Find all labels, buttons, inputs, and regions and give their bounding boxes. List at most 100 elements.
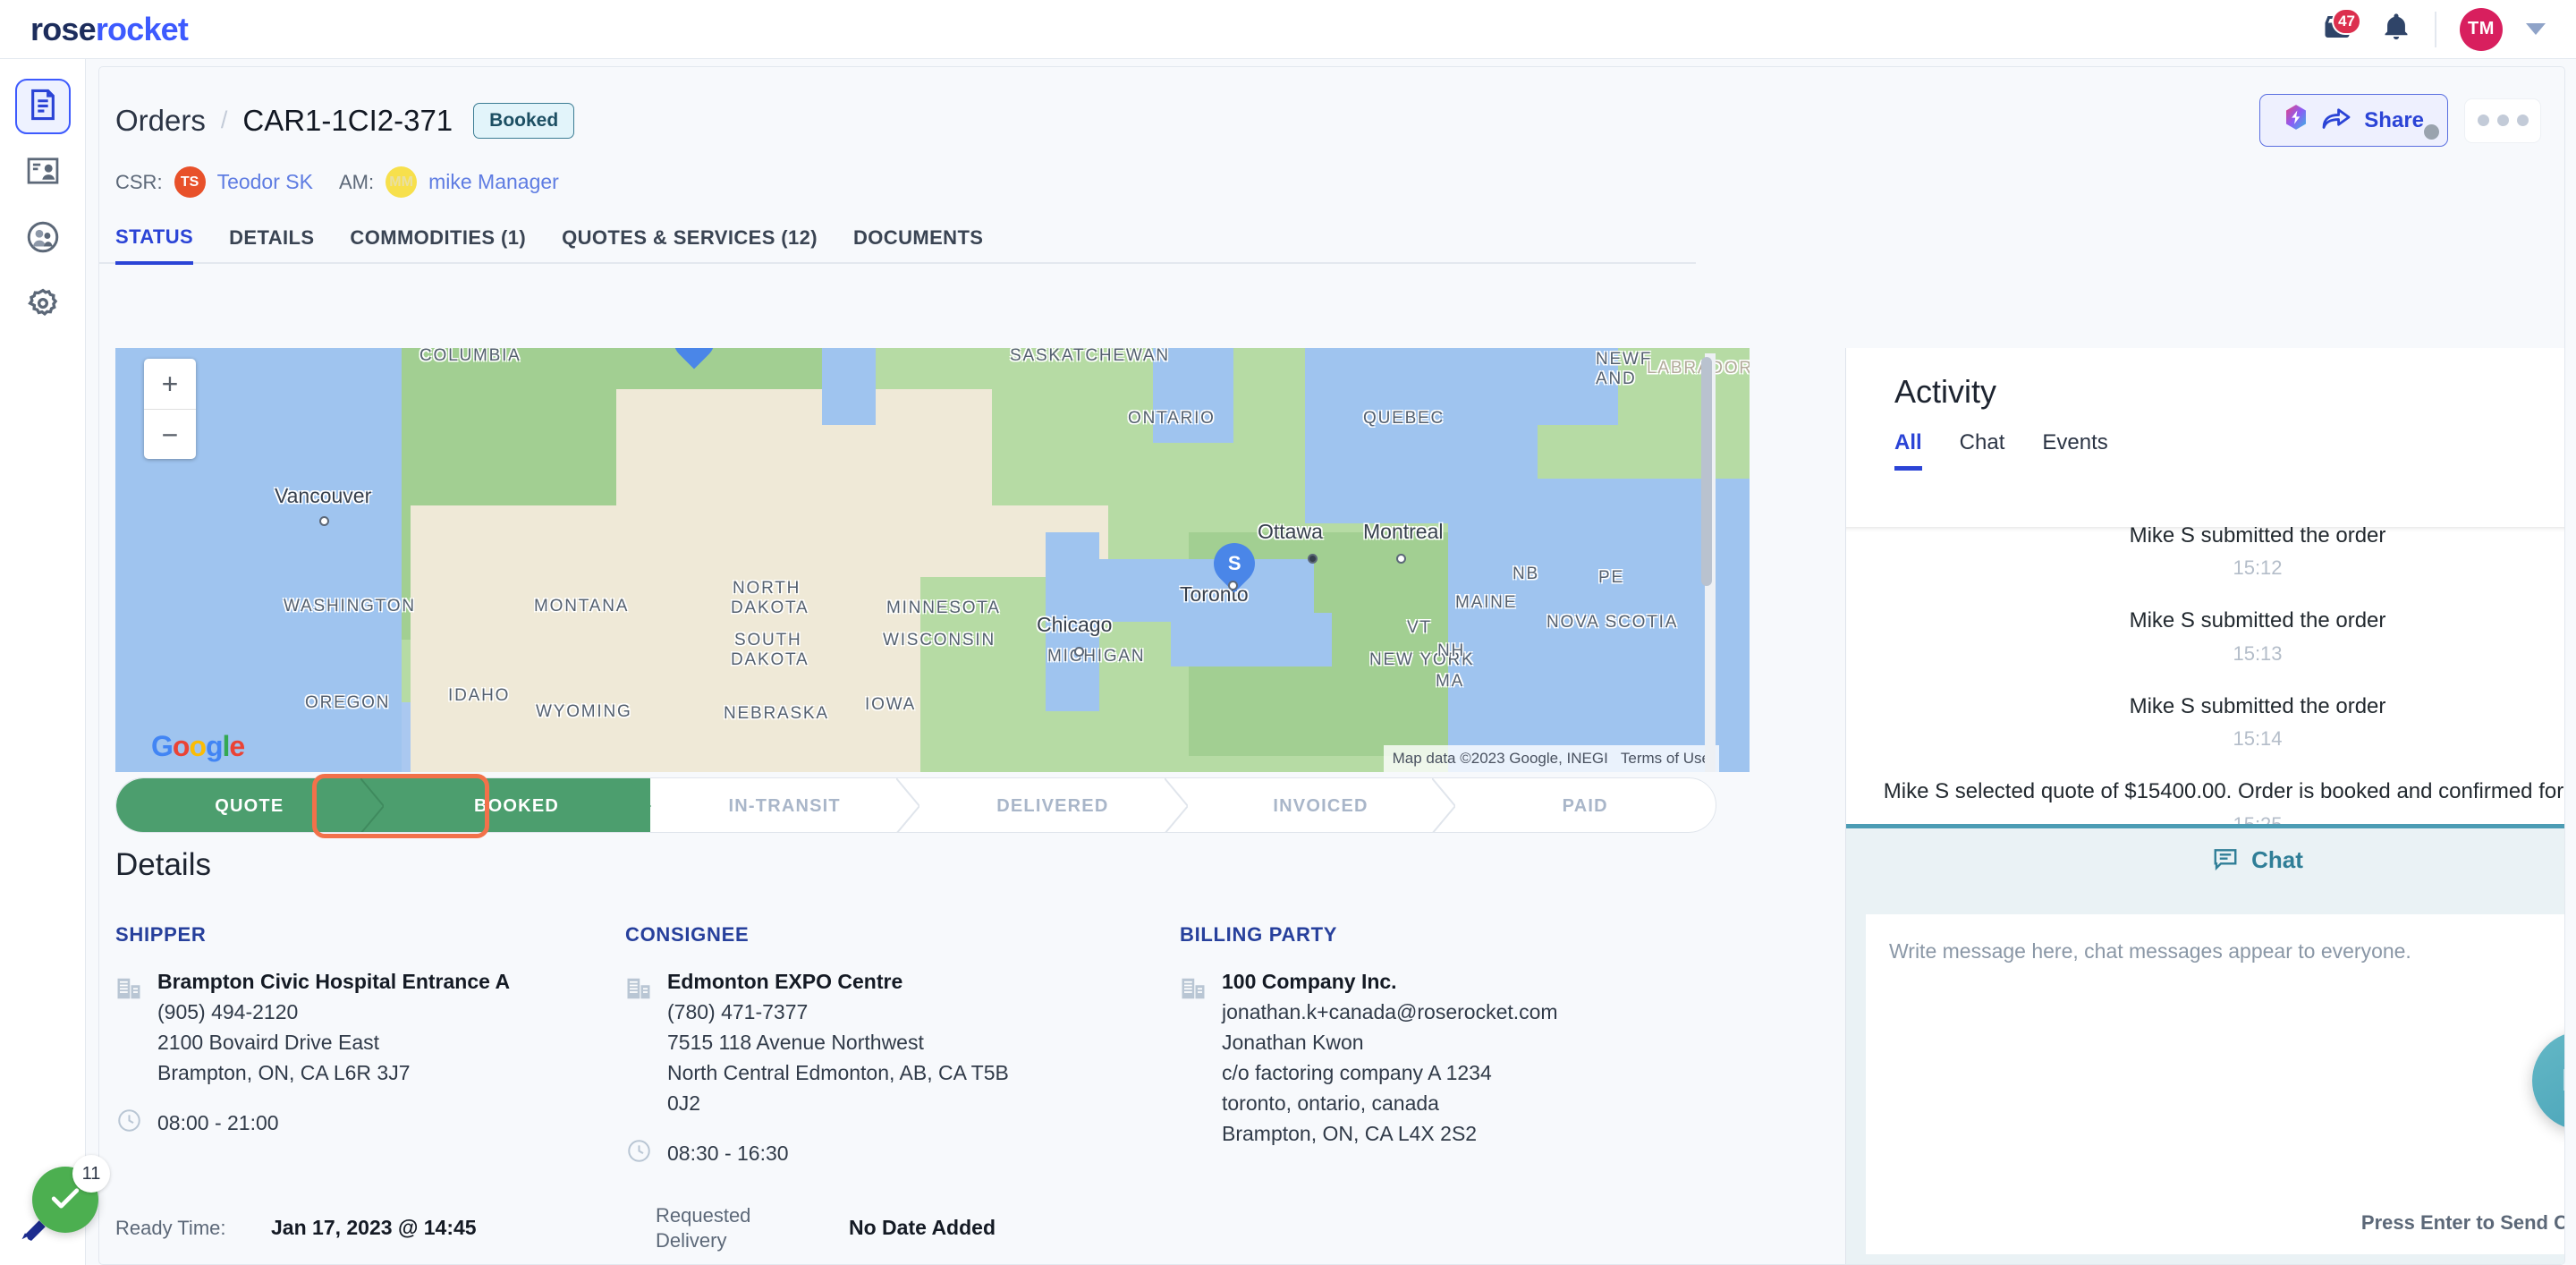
csr-avatar[interactable]: TS	[174, 166, 206, 198]
share-label: Share	[2364, 107, 2424, 132]
bell-icon[interactable]	[2381, 11, 2411, 47]
map-attribution-text: Map data ©2023 Google, INEGI	[1392, 750, 1608, 767]
map-scrollbar-thumb[interactable]	[1701, 357, 1712, 586]
tab-status[interactable]: STATUS	[115, 225, 194, 265]
map-region-label: NH	[1437, 641, 1466, 660]
avatar[interactable]: TM	[2460, 7, 2503, 51]
csr-name[interactable]: Teodor SK	[217, 170, 313, 194]
progress-step-paid[interactable]: PAID	[1454, 778, 1716, 832]
map-region-label: NORTH	[733, 579, 801, 598]
breadcrumb-orders[interactable]: Orders	[115, 104, 206, 138]
map-zoom-controls[interactable]: + −	[144, 359, 196, 459]
csr-label: CSR:	[115, 170, 163, 193]
tab-quotes-services[interactable]: QUOTES & SERVICES (12)	[562, 226, 818, 262]
map-canvas[interactable]: + − COLUMBIA SASKATCHEWAN ONTARIO QUEBEC…	[115, 348, 1750, 772]
progress-step-label: QUOTE	[215, 795, 284, 816]
tab-documents[interactable]: DOCUMENTS	[853, 226, 983, 262]
chat-input-placeholder: Write message here, chat messages appear…	[1889, 939, 2411, 963]
map-city-dot	[1396, 554, 1406, 564]
consignee-phone: (780) 471-7377	[667, 1000, 809, 1023]
consignee-column: CONSIGNEE Edmonton EXPO Centre (780) 471…	[625, 923, 1180, 1167]
zoom-out-button[interactable]: −	[144, 410, 196, 459]
map-region-label: MICHIGAN	[1047, 647, 1146, 666]
activity-item: Mike S submitted the order 15:13	[1846, 607, 2564, 665]
activity-item-time: 15:12	[2233, 556, 2283, 580]
map-region-label: NB	[1513, 565, 1539, 583]
consignee-name[interactable]: Edmonton EXPO Centre	[667, 970, 1009, 994]
requested-delivery-label-line2: Delivery	[656, 1228, 727, 1252]
tab-commodities[interactable]: COMMODITIES (1)	[350, 226, 526, 262]
chat-send-hint: Press Enter to Send Chat	[2360, 1211, 2564, 1234]
activity-item-text: Mike S submitted the order	[2129, 527, 2386, 548]
am-avatar[interactable]: MM	[386, 166, 418, 198]
gear-icon	[27, 287, 59, 324]
shipper-name[interactable]: Brampton Civic Hospital Entrance A	[157, 970, 510, 994]
billing-email: jonathan.k+canada@roserocket.com	[1222, 1000, 1558, 1023]
map-region-label: LABRADOR	[1647, 359, 1750, 378]
sidebar-item-customers[interactable]	[15, 145, 71, 200]
progress-step-quote[interactable]: QUOTE	[116, 778, 384, 832]
billing-name[interactable]: 100 Company Inc.	[1222, 970, 1558, 994]
dates-row: Ready Time: Jan 17, 2023 @ 14:45 Request…	[99, 1203, 1750, 1252]
map-scrollbar-track[interactable]	[1701, 353, 1716, 772]
sidebar-item-settings[interactable]	[15, 277, 71, 333]
billing-info: 100 Company Inc. jonathan.k+canada@roser…	[1222, 970, 1558, 1146]
progress-step-in-transit[interactable]: IN-TRANSIT	[650, 778, 920, 832]
consignee-address-1: 7515 118 Avenue Northwest	[667, 1031, 924, 1054]
activity-item-text: Mike S submitted the order	[2129, 608, 2386, 633]
am-name[interactable]: mike Manager	[428, 170, 559, 194]
sidebar-item-partners[interactable]	[15, 211, 71, 267]
share-button[interactable]: Share	[2259, 94, 2448, 147]
progress-step-invoiced[interactable]: INVOICED	[1187, 778, 1456, 832]
inbox-button[interactable]: 47	[2317, 7, 2361, 49]
shipper-phone: (905) 494-2120	[157, 1000, 299, 1023]
top-bar-actions: 47 TM	[2317, 7, 2546, 51]
activity-item-time: 15:25	[1871, 813, 2564, 824]
more-actions-button[interactable]	[2464, 98, 2541, 143]
map-terms-link[interactable]: Terms of Use	[1621, 750, 1710, 768]
progress-step-booked[interactable]: BOOKED	[382, 778, 652, 832]
chat-body: Write message here, chat messages appear…	[1846, 891, 2564, 1264]
map-region-label: MA	[1436, 672, 1465, 691]
tab-activity-chat[interactable]: Chat	[1960, 430, 2005, 471]
consignee-address-3: 0J2	[667, 1091, 701, 1115]
tab-activity-all[interactable]: All	[1894, 430, 1922, 471]
clock-icon	[117, 1108, 141, 1137]
map-region-label: NEWF	[1596, 350, 1653, 369]
map-region-label: IOWA	[865, 695, 917, 714]
activity-item-time: 15:14	[2233, 727, 2283, 751]
chat-header[interactable]: Chat	[1846, 828, 2564, 891]
map-region-label: NEBRASKA	[724, 704, 829, 723]
progress-step-label: BOOKED	[474, 795, 559, 816]
map-region-label: MAINE	[1455, 593, 1518, 612]
shipper-address-2: Brampton, ON, CA L6R 3J7	[157, 1061, 411, 1084]
google-logo: Google	[151, 730, 245, 762]
tab-activity-events[interactable]: Events	[2042, 430, 2107, 471]
building-icon	[115, 975, 142, 1085]
dot-2	[2496, 115, 2509, 126]
activity-feed[interactable]: Mike S submitted the order 15:12 Mike S …	[1846, 527, 2564, 824]
sidebar-item-orders[interactable]	[14, 79, 71, 134]
chevron-down-icon[interactable]	[2526, 23, 2546, 35]
map-pin-letter: S	[1227, 552, 1241, 574]
consignee-heading: CONSIGNEE	[625, 923, 750, 946]
tasks-fab-button[interactable]: 11	[32, 1155, 110, 1233]
consignee-hours: 08:30 - 16:30	[627, 1139, 1180, 1167]
details-columns: SHIPPER Brampton Civic Hospital Entrance…	[99, 923, 1750, 1167]
map-region-label: MINNESOTA	[886, 599, 1001, 617]
map-region-label: SASKATCHEWAN	[1010, 348, 1170, 365]
progress-step-delivered[interactable]: DELIVERED	[919, 778, 1188, 832]
header-actions: Share	[2259, 94, 2541, 147]
map-pin-shipper[interactable]: S	[1205, 534, 1264, 593]
map-pin-origin[interactable]	[665, 348, 724, 369]
chat-header-label: Chat	[2251, 845, 2303, 873]
billing-address-3: Brampton, ON, CA L4X 2S2	[1222, 1122, 1478, 1145]
zoom-in-button[interactable]: +	[144, 359, 196, 409]
progress-rail: QUOTE BOOKED IN-TRANSIT DELIVERED INVOIC…	[115, 777, 1716, 833]
brand-logo[interactable]: roserocket	[30, 11, 189, 48]
map-region-label: QUEBEC	[1363, 409, 1445, 428]
billing-address-2: toronto, ontario, canada	[1222, 1091, 1439, 1115]
activity-item-time: 15:13	[2233, 641, 2283, 665]
chat-input-box[interactable]: Write message here, chat messages appear…	[1866, 914, 2564, 1254]
tab-details[interactable]: DETAILS	[229, 226, 314, 262]
